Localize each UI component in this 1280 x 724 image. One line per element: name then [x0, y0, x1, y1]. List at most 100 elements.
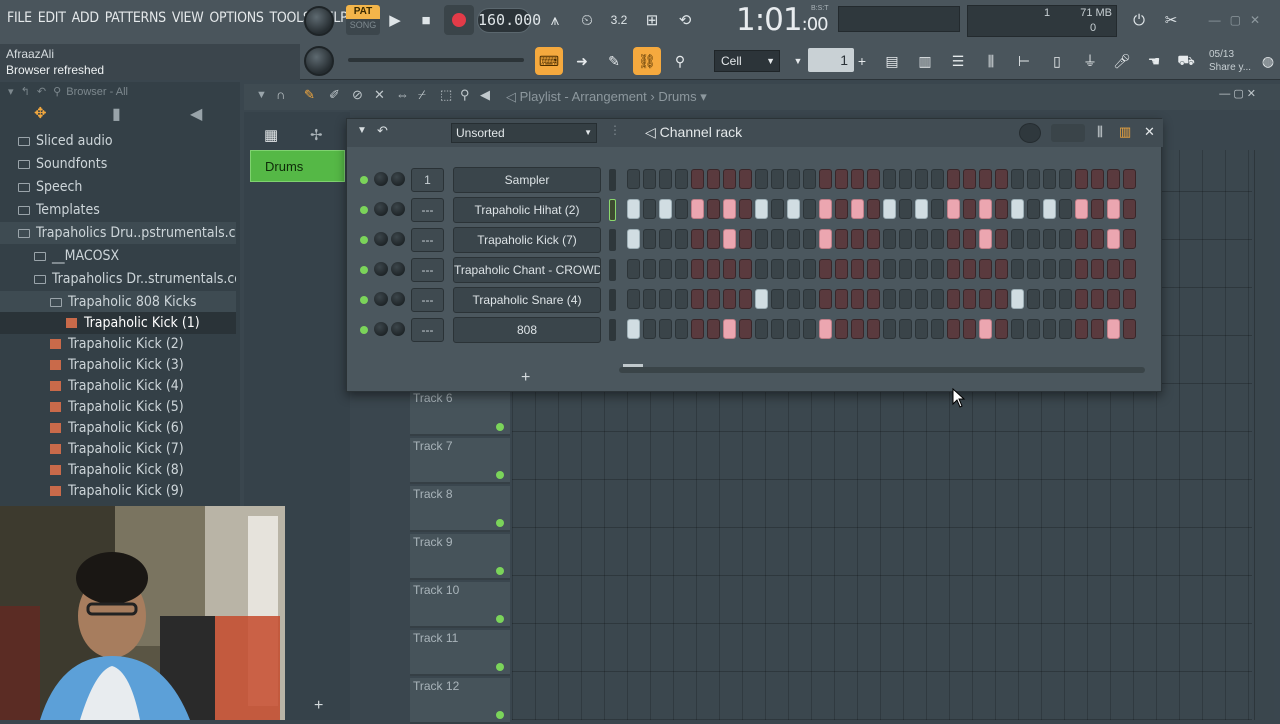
step-button[interactable]: [963, 229, 976, 249]
step-button[interactable]: [1091, 259, 1104, 279]
group-filter-select[interactable]: Unsorted ▼: [451, 123, 597, 143]
browser-item[interactable]: Trapaholic Kick (9): [0, 480, 236, 502]
step-button[interactable]: [643, 319, 656, 339]
pattern-number[interactable]: 1: [808, 48, 854, 72]
channel-select[interactable]: [609, 229, 616, 251]
step-button[interactable]: [771, 319, 784, 339]
step-button[interactable]: [627, 199, 640, 219]
step-button[interactable]: [627, 259, 640, 279]
step-button[interactable]: [1107, 289, 1120, 309]
step-button[interactable]: [867, 289, 880, 309]
add-channel-button[interactable]: +: [521, 369, 530, 387]
step-button[interactable]: [771, 289, 784, 309]
track-enable-led[interactable]: [496, 519, 504, 527]
rack-slider[interactable]: [1051, 124, 1085, 142]
step-button[interactable]: [883, 259, 896, 279]
channel-mixer-track[interactable]: ---: [411, 318, 444, 342]
channel-volume-knob[interactable]: [374, 202, 388, 216]
add-pattern-icon[interactable]: +: [314, 697, 323, 715]
step-button[interactable]: [979, 169, 992, 189]
step-button[interactable]: [1059, 289, 1072, 309]
step-button[interactable]: [1075, 289, 1088, 309]
track-enable-led[interactable]: [496, 567, 504, 575]
step-button[interactable]: [947, 259, 960, 279]
step-button[interactable]: [1059, 259, 1072, 279]
step-button[interactable]: [915, 259, 928, 279]
browser-item[interactable]: Trapaholics Dr..strumentals.com): [0, 268, 236, 290]
step-button[interactable]: [803, 319, 816, 339]
step-button[interactable]: [675, 199, 688, 219]
one-click-audio-button[interactable]: ☚: [1140, 47, 1168, 75]
channel-mute-led[interactable]: [360, 266, 368, 274]
browser-item[interactable]: Trapaholics Dru..pstrumentals.com): [0, 222, 236, 244]
step-button[interactable]: [883, 289, 896, 309]
step-button[interactable]: [979, 199, 992, 219]
typing-keyboard-button[interactable]: ⌨: [535, 47, 563, 75]
step-button[interactable]: [739, 229, 752, 249]
step-button[interactable]: [1027, 319, 1040, 339]
step-button[interactable]: [1059, 319, 1072, 339]
channel-name-button[interactable]: Sampler: [453, 167, 601, 193]
step-button[interactable]: [1011, 259, 1024, 279]
step-button[interactable]: [1075, 319, 1088, 339]
step-button[interactable]: [1011, 319, 1024, 339]
link-button[interactable]: ⛓: [633, 47, 661, 75]
channel-name-button[interactable]: 808: [453, 317, 601, 343]
step-button[interactable]: [883, 169, 896, 189]
step-button[interactable]: [819, 259, 832, 279]
step-button[interactable]: [755, 259, 768, 279]
browser-item[interactable]: Sliced audio: [0, 130, 236, 152]
master-pitch-knob[interactable]: [304, 46, 334, 76]
channel-volume-knob[interactable]: [374, 322, 388, 336]
audio-wave-icon[interactable]: ✢: [310, 126, 323, 144]
step-button[interactable]: [803, 199, 816, 219]
step-button[interactable]: [835, 259, 848, 279]
step-button[interactable]: [659, 259, 672, 279]
step-button[interactable]: [915, 169, 928, 189]
step-button[interactable]: [1027, 259, 1040, 279]
step-button[interactable]: [995, 259, 1008, 279]
channel-mute-led[interactable]: [360, 176, 368, 184]
playlist-window-controls[interactable]: — ▢ ✕: [1219, 87, 1256, 100]
step-button[interactable]: [867, 259, 880, 279]
browser-item[interactable]: Soundfonts: [0, 153, 236, 175]
countdown-button[interactable]: 3.2: [604, 5, 634, 35]
channel-pan-knob[interactable]: [391, 322, 405, 336]
step-button[interactable]: [835, 289, 848, 309]
channel-mixer-track[interactable]: 1: [411, 168, 444, 192]
project-info-button[interactable]: ▯: [1043, 47, 1071, 75]
step-button[interactable]: [739, 199, 752, 219]
step-button[interactable]: [1011, 199, 1024, 219]
channel-name-button[interactable]: Trapaholic Hihat (2): [453, 197, 601, 223]
step-button[interactable]: [995, 199, 1008, 219]
browser-item[interactable]: Trapaholic Kick (5): [0, 396, 236, 418]
step-button[interactable]: [787, 259, 800, 279]
step-button[interactable]: [803, 289, 816, 309]
step-edit-button[interactable]: ⊞: [637, 5, 667, 35]
track-header[interactable]: Track 7: [410, 438, 510, 484]
track-enable-led[interactable]: [496, 471, 504, 479]
step-button[interactable]: [1091, 289, 1104, 309]
step-button[interactable]: [867, 319, 880, 339]
step-button[interactable]: [1107, 319, 1120, 339]
step-button[interactable]: [819, 319, 832, 339]
slice-icon[interactable]: ⌿: [418, 87, 426, 103]
step-button[interactable]: [643, 169, 656, 189]
channel-mixer-track[interactable]: ---: [411, 228, 444, 252]
playlist-button[interactable]: ▤: [878, 47, 906, 75]
step-button[interactable]: [1043, 199, 1056, 219]
piano-icon[interactable]: ▦: [264, 126, 278, 144]
step-button[interactable]: [979, 319, 992, 339]
scrollbar-thumb[interactable]: [623, 364, 643, 367]
step-button[interactable]: [1075, 169, 1088, 189]
step-button[interactable]: [851, 199, 864, 219]
metronome-button[interactable]: ⩚: [540, 5, 570, 35]
step-button[interactable]: [931, 229, 944, 249]
step-button[interactable]: [1123, 319, 1136, 339]
draw-tool-button[interactable]: ✎: [600, 47, 628, 75]
step-button[interactable]: [851, 289, 864, 309]
step-button[interactable]: [707, 169, 720, 189]
channel-mute-led[interactable]: [360, 206, 368, 214]
channel-name-button[interactable]: Trapaholic Snare (4): [453, 287, 601, 313]
browser-button[interactable]: ⊢: [1010, 47, 1038, 75]
